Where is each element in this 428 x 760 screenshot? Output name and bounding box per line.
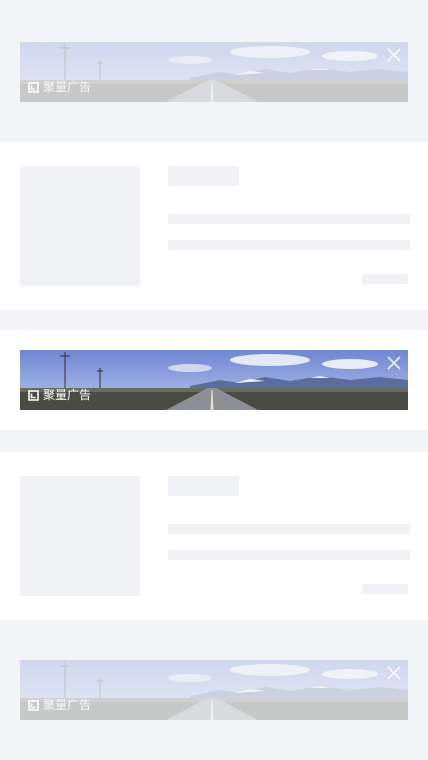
ad-banner-2[interactable]: 聚量广告 [20, 350, 408, 410]
close-icon[interactable] [386, 355, 402, 371]
card-meta-placeholder [362, 584, 408, 594]
ad-section-2-gap-top [0, 310, 428, 330]
ad-banner-3[interactable]: 聚量广告 [20, 660, 408, 720]
card-title-placeholder [168, 476, 239, 496]
card-line-placeholder [168, 214, 410, 224]
ad-label: 聚量广告 [43, 388, 92, 402]
card-line-placeholder [168, 240, 410, 250]
ad-brand-logo-icon [28, 699, 39, 711]
ad-badge: 聚量广告 [28, 388, 91, 402]
card-line-placeholder [168, 524, 410, 534]
ad-label: 聚量广告 [43, 698, 92, 712]
card-title-placeholder [168, 166, 239, 186]
close-icon[interactable] [386, 665, 402, 681]
card-line-placeholder [168, 550, 410, 560]
ad-banner-1[interactable]: 聚量广告 [20, 42, 408, 102]
card-thumbnail-placeholder [20, 166, 140, 286]
ad-brand-logo-icon [28, 81, 39, 93]
ad-badge: 聚量广告 [28, 698, 91, 712]
ad-brand-logo-icon [28, 389, 39, 401]
section-divider [0, 430, 428, 452]
close-icon[interactable] [386, 47, 402, 63]
card-meta-placeholder [362, 274, 408, 284]
ad-badge: 聚量广告 [28, 80, 91, 94]
card-thumbnail-placeholder [20, 476, 140, 596]
ad-label: 聚量广告 [43, 80, 92, 94]
